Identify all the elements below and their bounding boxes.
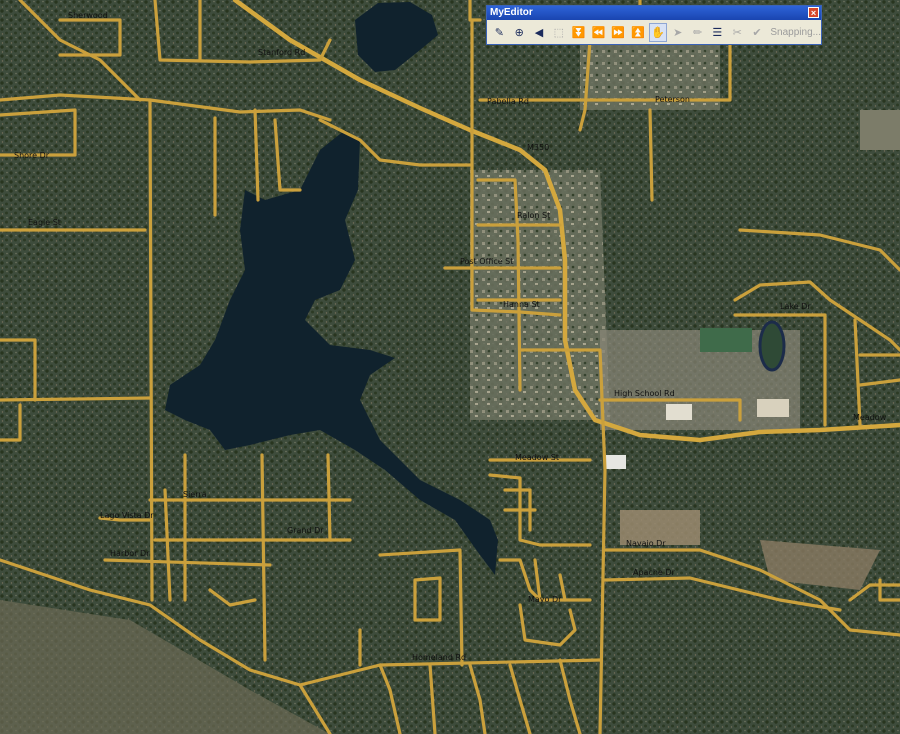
map-label: Eagle St [28, 218, 61, 227]
map-label: Grand Dr [287, 526, 324, 535]
map-label: Hanna St [503, 300, 540, 309]
snapping-menu[interactable]: Snapping... [770, 27, 821, 38]
edit-tool-icon[interactable]: ✎ [490, 23, 509, 42]
toolbar-buttons: ✎ ⊕ ◀ ⬚ ⏬ ⏪ ⏩ ⏫ ✋ ➤ ✏ ☰ ✂ ✔ Snapping... [487, 20, 821, 44]
map-label: Meadow [853, 413, 887, 422]
double-down-icon[interactable]: ⏬ [569, 23, 588, 42]
map-label: Peterson [655, 95, 690, 104]
map-label: Post Office St [460, 257, 513, 266]
map-label: Lake Dr [780, 302, 811, 311]
snap-check-icon[interactable]: ✔ [748, 23, 767, 42]
pan-hand-icon[interactable]: ✋ [648, 22, 668, 42]
map-label: Harbor Dr [110, 549, 150, 558]
map-label: Lago Vista Dr [100, 511, 154, 520]
aerial-map[interactable]: Sherwood Stanford Rd Shore Dr Eagle St Pabel… [0, 0, 900, 734]
map-label: High School Rd [614, 389, 675, 398]
split-icon[interactable]: ✂ [728, 23, 747, 42]
toolbar-titlebar[interactable]: MyEditor × [487, 6, 821, 20]
map-label: M350 [527, 143, 549, 152]
toolbar-title: MyEditor [490, 7, 533, 18]
zoom-in-icon[interactable]: ⊕ [510, 23, 529, 42]
double-up-icon[interactable]: ⏫ [629, 23, 648, 42]
map-label: Mayo Dr [528, 595, 562, 604]
map-label: Sierra [183, 490, 207, 499]
map-label: Homeland Rd [412, 653, 466, 662]
map-label: Navajo Dr [626, 539, 666, 548]
map-label: Apache Dr [633, 568, 676, 577]
my-editor-toolbar: MyEditor × ✎ ⊕ ◀ ⬚ ⏬ ⏪ ⏩ ⏫ ✋ ➤ ✏ ☰ ✂ ✔ Snapping... [486, 5, 822, 45]
edit-vertices-icon[interactable]: ⬚ [549, 23, 568, 42]
previous-icon[interactable]: ⏪ [589, 23, 608, 42]
map-label: Shore Dr [14, 151, 50, 160]
map-label: Meadow St [515, 453, 559, 462]
map-label: Stanford Rd [258, 48, 305, 57]
select-arrow-icon[interactable]: ➤ [668, 23, 687, 42]
attributes-icon[interactable]: ☰ [708, 23, 727, 42]
map-label: Pabella Rd [487, 97, 529, 106]
close-icon[interactable]: × [808, 7, 819, 18]
map-label: Sherwood [68, 11, 108, 20]
sketch-pencil-icon[interactable]: ✏ [688, 23, 707, 42]
map-label: Ralon St [517, 211, 550, 220]
back-arrow-icon[interactable]: ◀ [530, 23, 549, 42]
next-icon[interactable]: ⏩ [609, 23, 628, 42]
